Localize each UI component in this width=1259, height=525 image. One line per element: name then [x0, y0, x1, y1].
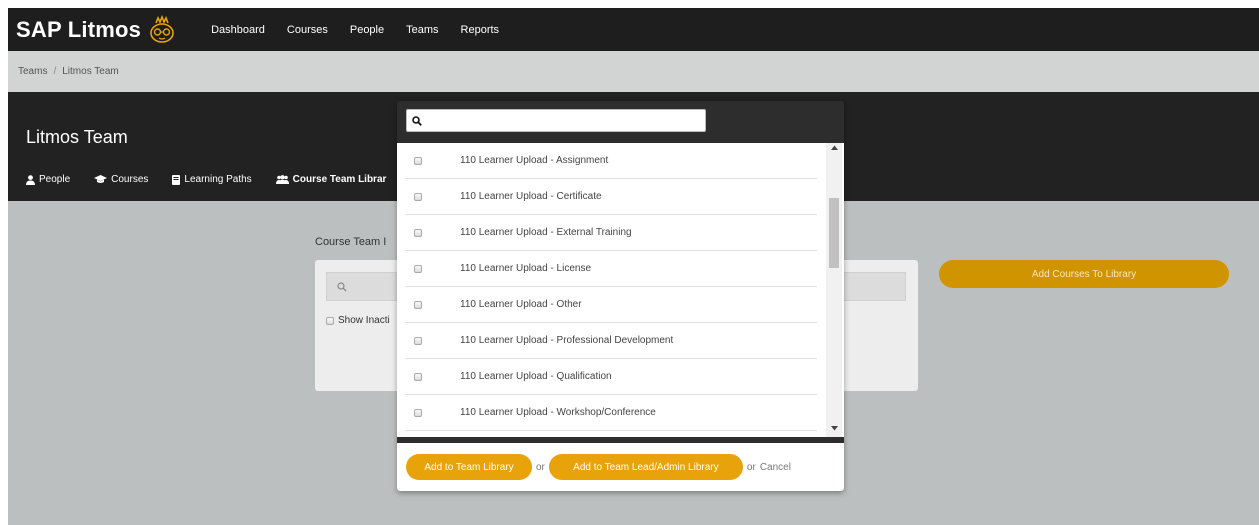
list-item-label: 110 Learner Upload - Professional Develo…: [460, 335, 674, 346]
list-item-label: 110 Learner Upload - Certificate: [460, 191, 602, 202]
litmos-mascot-icon: [150, 14, 174, 43]
list-item-checkbox[interactable]: [414, 336, 422, 345]
graduation-cap-icon: [94, 175, 108, 183]
list-item[interactable]: 110 Learner Upload - External Training: [405, 215, 817, 251]
list-item-label: 110 Learner Upload - License: [460, 263, 592, 274]
list-item[interactable]: 110 Learner Upload - License: [405, 251, 817, 287]
show-inactive-checkbox[interactable]: [326, 316, 334, 325]
tab-people-label: People: [39, 174, 71, 185]
list-item[interactable]: 110 Learner Upload - Professional Develo…: [405, 323, 817, 359]
breadcrumb: Teams / Litmos Team: [8, 51, 1259, 92]
list-item[interactable]: 110 Learner Upload - Other: [405, 287, 817, 323]
add-courses-to-library-button[interactable]: Add Courses To Library: [939, 260, 1229, 288]
brand-name: SAP Litmos: [16, 16, 142, 42]
tab-people[interactable]: People: [26, 174, 70, 185]
list-item-label: 110 Learner Upload - Assignment: [460, 155, 609, 166]
cancel-link[interactable]: Cancel: [760, 462, 791, 473]
main-nav: Dashboard Courses People Teams Reports: [211, 24, 521, 36]
logo[interactable]: SAP Litmos: [16, 14, 177, 45]
tab-learning-paths[interactable]: Learning Paths: [172, 174, 252, 185]
list-item-label: 110 Learner Upload - Other: [460, 299, 582, 310]
scroll-up-arrow-icon[interactable]: [826, 145, 842, 155]
or-separator: or: [536, 461, 545, 473]
page-title: Litmos Team: [26, 127, 128, 147]
list-scrollbar[interactable]: [826, 143, 842, 437]
modal-search-input[interactable]: [426, 111, 696, 130]
list-item-checkbox[interactable]: [414, 372, 422, 381]
nav-dashboard[interactable]: Dashboard: [211, 24, 265, 36]
team-subnav: People Courses Learning Paths Course Tea…: [26, 174, 410, 185]
scrollbar-thumb[interactable]: [829, 198, 839, 268]
course-picker-modal: 110 Learner Upload - Assignment 110 Lear…: [397, 101, 844, 491]
list-item-checkbox[interactable]: [414, 300, 422, 309]
tab-course-team-library-label: Course Team Librar: [292, 174, 387, 185]
tab-courses-label: Courses: [111, 174, 149, 185]
add-to-team-library-button[interactable]: Add to Team Library: [406, 454, 532, 480]
list-item-checkbox[interactable]: [414, 228, 422, 237]
breadcrumb-current: Litmos Team: [62, 66, 119, 77]
scroll-down-arrow-icon[interactable]: [826, 425, 842, 435]
tab-course-team-library[interactable]: Course Team Librar: [275, 174, 387, 185]
modal-footer: Add to Team Library or Add to Team Lead/…: [397, 443, 844, 491]
nav-teams[interactable]: Teams: [406, 24, 438, 36]
course-list: 110 Learner Upload - Assignment 110 Lear…: [397, 143, 844, 437]
modal-search-field[interactable]: [406, 109, 706, 132]
list-item-label: 110 Learner Upload - Qualification: [460, 371, 612, 382]
book-icon: [172, 174, 181, 185]
tab-courses[interactable]: Courses: [94, 174, 148, 185]
list-item-checkbox[interactable]: [414, 156, 422, 165]
list-item[interactable]: 110 Learner Upload - Certificate: [405, 179, 817, 215]
nav-people[interactable]: People: [350, 24, 384, 36]
list-item[interactable]: 110 Learner Upload - Workshop/Conference: [405, 395, 817, 431]
list-item-label: 110 Learner Upload - Workshop/Conference: [460, 407, 656, 418]
search-icon: [337, 281, 347, 291]
show-inactive-toggle[interactable]: Show Inacti: [326, 315, 390, 326]
breadcrumb-separator: /: [53, 66, 57, 77]
or-separator: or: [746, 461, 756, 473]
nav-courses[interactable]: Courses: [287, 24, 328, 36]
breadcrumb-teams[interactable]: Teams: [18, 66, 47, 77]
search-icon: [412, 115, 422, 126]
list-item-label: 110 Learner Upload - External Training: [460, 227, 632, 238]
top-nav: SAP Litmos Dashboard Courses People Team…: [8, 8, 1259, 51]
list-item[interactable]: 110 Learner Upload - Assignment: [405, 143, 817, 179]
list-item-checkbox[interactable]: [414, 264, 422, 273]
list-item-checkbox[interactable]: [414, 192, 422, 201]
person-icon: [26, 174, 35, 185]
add-to-lead-admin-library-button[interactable]: Add to Team Lead/Admin Library: [548, 454, 743, 480]
library-section-title: Course Team I: [315, 236, 387, 248]
list-item[interactable]: 110 Learner Upload - Qualification: [405, 359, 817, 395]
tab-learning-paths-label: Learning Paths: [184, 174, 252, 185]
list-item-checkbox[interactable]: [414, 408, 422, 417]
show-inactive-label: Show Inacti: [338, 315, 390, 326]
nav-reports[interactable]: Reports: [461, 24, 500, 36]
app-frame: SAP Litmos Dashboard Courses People Team…: [8, 8, 1259, 525]
group-icon: [275, 175, 289, 184]
